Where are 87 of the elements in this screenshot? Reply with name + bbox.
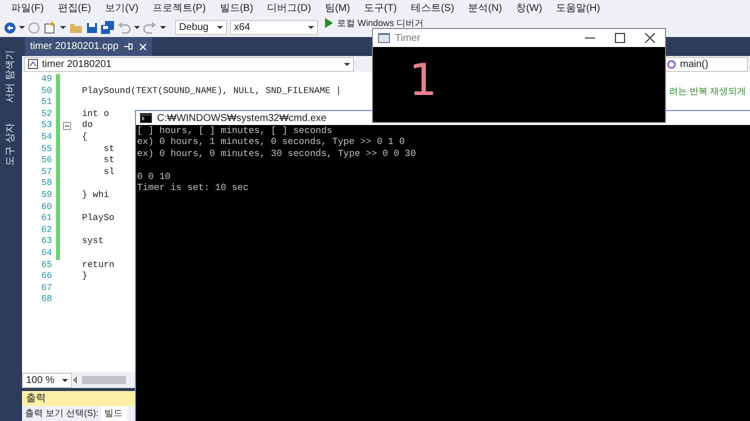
line-number: 51 xyxy=(40,97,53,109)
collapse-icon[interactable] xyxy=(63,122,71,130)
back-icon[interactable] xyxy=(4,22,16,34)
console-line: ex) 0 hours, 0 minutes, 30 seconds, Type >> 0 0 30 xyxy=(136,148,417,160)
scrollbar[interactable] xyxy=(82,376,126,384)
caret-icon[interactable] xyxy=(134,26,140,29)
menu-item[interactable]: 팀(M) xyxy=(318,0,358,18)
line-number: 61 xyxy=(40,213,53,225)
line-number: 68 xyxy=(40,294,53,306)
console-line: 0 0 10 xyxy=(136,170,172,182)
caret-icon xyxy=(62,378,68,382)
line-number: 54 xyxy=(40,132,53,144)
play-icon xyxy=(325,18,333,28)
caret-icon xyxy=(217,26,223,29)
line-number: 67 xyxy=(40,282,53,294)
code-line: do xyxy=(81,120,93,132)
platform-dropdown[interactable]: x64 xyxy=(230,20,318,35)
window-title: C:₩WINDOWS₩system32₩cmd.exe xyxy=(157,112,326,126)
save-icon[interactable] xyxy=(86,22,98,34)
line-number: 52 xyxy=(40,108,53,120)
zoom-dropdown[interactable]: 100 % xyxy=(22,372,72,388)
run-button[interactable]: 로컬 Windows 디버거 xyxy=(325,18,424,28)
side-tab[interactable]: 도구 상자 xyxy=(4,120,18,169)
line-number: 60 xyxy=(40,202,53,214)
line-number: 63 xyxy=(40,236,53,248)
menu-item[interactable]: 보기(V) xyxy=(98,0,146,18)
caret-icon[interactable] xyxy=(19,26,25,29)
code-comment: 려는 반복 재생되게 xyxy=(668,86,746,98)
window-title: Timer xyxy=(395,32,422,46)
caret-icon xyxy=(344,62,350,66)
timer-digit: 1 xyxy=(409,59,437,103)
console-line: ex) 0 hours, 1 minutes, 0 seconds, Type >> 0 1 0 xyxy=(136,136,406,148)
line-number: 57 xyxy=(40,166,53,178)
line-number: 66 xyxy=(40,271,53,283)
line-number: 49 xyxy=(40,74,53,86)
output-source-label: 출력 보기 선택(S): xyxy=(25,407,98,420)
line-number: 55 xyxy=(40,144,53,156)
document-tab[interactable]: timer 20180201.cpp xyxy=(25,37,152,56)
menu-item[interactable]: 편집(E) xyxy=(50,0,98,18)
code-line: st xyxy=(102,144,114,156)
caret-icon[interactable] xyxy=(160,26,166,29)
side-tab[interactable]: 서버 탐색기 xyxy=(4,47,18,106)
menu-item[interactable]: 빌드(B) xyxy=(212,0,260,18)
member-dropdown[interactable]: main() xyxy=(663,56,748,72)
line-number: 59 xyxy=(40,190,53,202)
close-icon[interactable] xyxy=(645,33,655,43)
line-number: 53 xyxy=(40,120,53,132)
console-line: [ ] hours, [ ] minutes, [ ] seconds xyxy=(136,125,334,136)
output-source-dropdown[interactable]: 빌드 xyxy=(100,406,126,421)
menu-item[interactable]: 프로젝트(P) xyxy=(145,0,213,18)
project-dropdown[interactable]: timer 20180201 xyxy=(24,56,354,72)
code-line: int o xyxy=(81,108,110,120)
project-icon xyxy=(28,59,38,69)
menu-item[interactable]: 분석(N) xyxy=(461,0,510,18)
line-number: 58 xyxy=(40,178,53,190)
code-line: } xyxy=(81,271,88,283)
pin-icon[interactable] xyxy=(124,42,134,51)
code-line: { xyxy=(81,132,88,144)
configuration-dropdown[interactable]: Debug xyxy=(175,20,227,35)
caret-icon xyxy=(308,26,314,29)
line-number: 56 xyxy=(40,155,53,167)
caret-icon[interactable] xyxy=(60,26,66,29)
menu-item[interactable]: 도움말(H) xyxy=(549,0,608,18)
code-line: syst xyxy=(81,236,104,248)
code-line: PlaySo xyxy=(81,213,114,225)
code-line: sl xyxy=(102,166,114,178)
maximize-icon[interactable] xyxy=(615,33,625,43)
save-all-icon[interactable] xyxy=(101,21,114,34)
console-line: Timer is set: 10 sec xyxy=(136,182,250,194)
menu-item[interactable]: 도구(T) xyxy=(357,0,404,18)
line-number: 64 xyxy=(40,248,53,260)
menu-item[interactable]: 파일(F) xyxy=(4,0,51,18)
panel-title: 출력 xyxy=(26,393,46,404)
code-line: return xyxy=(81,260,114,272)
line-number: 62 xyxy=(40,224,53,236)
code-line: st xyxy=(102,155,114,167)
line-number: 50 xyxy=(40,86,53,98)
method-icon xyxy=(667,60,676,68)
code-line: } whi xyxy=(81,190,110,202)
app-icon xyxy=(378,33,390,43)
console-icon xyxy=(140,113,152,123)
line-number: 65 xyxy=(40,260,53,272)
menu-item[interactable]: 테스트(S) xyxy=(404,0,462,18)
menu-item[interactable]: 창(W) xyxy=(509,0,550,18)
new-project-icon[interactable] xyxy=(43,21,57,34)
menu-item[interactable]: 디버그(D) xyxy=(260,0,318,18)
code-line: PlaySound(TEXT(SOUND_NAME), NULL, SND_FILENAME | xyxy=(81,86,342,98)
